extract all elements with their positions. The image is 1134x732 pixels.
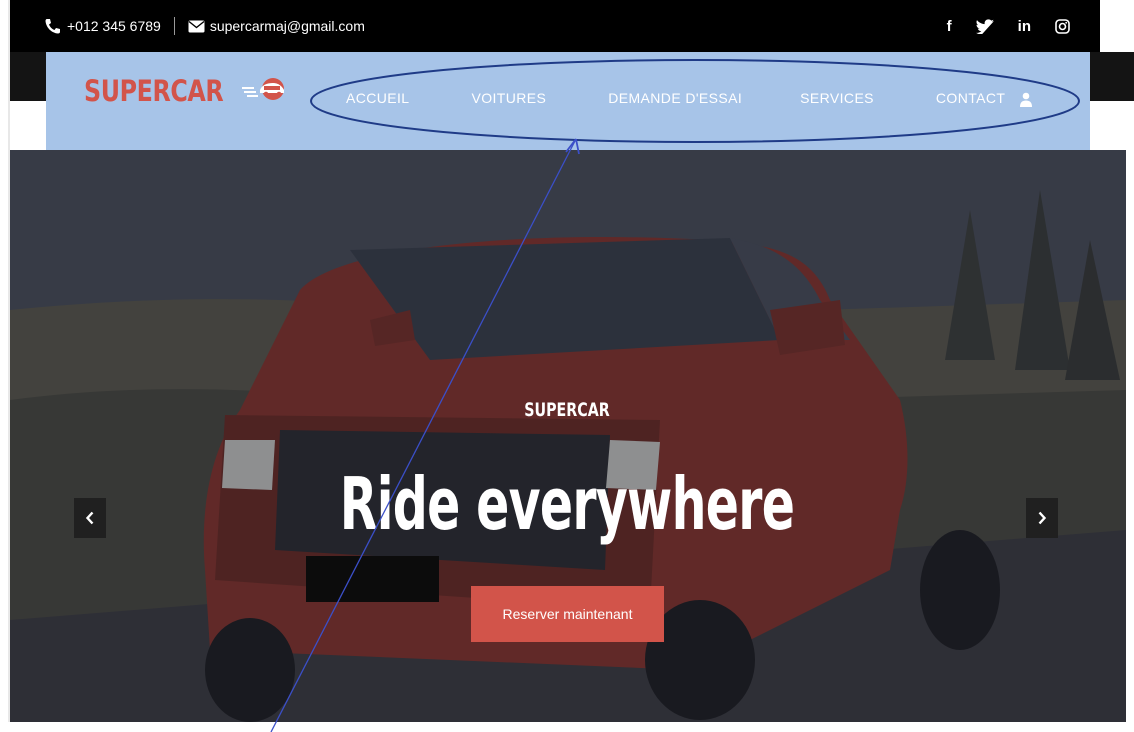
phone-number[interactable]: +012 345 6789 xyxy=(67,18,161,34)
hero-kicker: SUPERCAR xyxy=(524,399,610,421)
reserve-now-button[interactable]: Reserver maintenant xyxy=(471,586,664,642)
twitter-icon[interactable] xyxy=(975,18,994,34)
hero-title: Ride everywhere xyxy=(339,462,795,546)
carousel-next-button[interactable] xyxy=(1026,498,1058,538)
nav-menu: ACCUEIL VOITURES DEMANDE D'ESSAI SERVICE… xyxy=(346,90,1005,106)
contact-info: +012 345 6789 supercarmaj@gmail.com xyxy=(10,17,365,35)
main-navbar: SUPERCAR ACCUEIL VOITURES DEMANDE D'ESSA… xyxy=(46,52,1090,150)
social-links: f in xyxy=(947,18,1100,35)
redaction-box xyxy=(306,556,439,602)
nav-item-accueil[interactable]: ACCUEIL xyxy=(346,90,409,106)
logo[interactable]: SUPERCAR xyxy=(84,74,286,108)
chevron-left-icon xyxy=(85,511,94,525)
top-contact-bar: +012 345 6789 supercarmaj@gmail.com f in xyxy=(10,0,1100,52)
nav-shadow-left xyxy=(10,52,46,101)
chevron-right-icon xyxy=(1038,511,1047,525)
phone-icon xyxy=(44,18,62,34)
facebook-icon[interactable]: f xyxy=(947,18,952,35)
linkedin-icon[interactable]: in xyxy=(1018,18,1031,35)
nav-item-contact[interactable]: CONTACT xyxy=(936,90,1005,106)
car-logo-icon xyxy=(240,75,286,107)
divider xyxy=(173,17,175,35)
nav-item-demande-essai[interactable]: DEMANDE D'ESSAI xyxy=(608,90,742,106)
user-icon[interactable] xyxy=(1020,92,1032,111)
nav-shadow-right xyxy=(1090,52,1134,101)
email-address[interactable]: supercarmaj@gmail.com xyxy=(210,18,365,34)
envelope-icon xyxy=(188,20,205,33)
logo-text: SUPERCAR xyxy=(84,74,224,108)
carousel-prev-button[interactable] xyxy=(74,498,106,538)
instagram-icon[interactable] xyxy=(1055,18,1070,34)
nav-item-voitures[interactable]: VOITURES xyxy=(471,90,546,106)
nav-item-services[interactable]: SERVICES xyxy=(800,90,874,106)
